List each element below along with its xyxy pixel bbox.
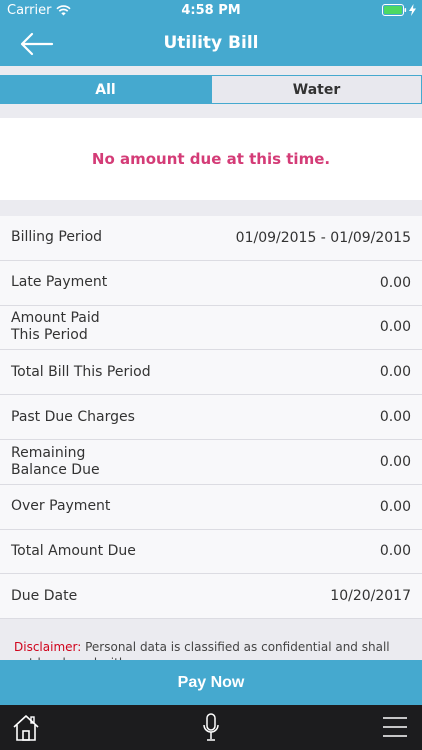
bill-detail-value: 01/09/2015 - 01/09/2015 [235, 229, 411, 246]
notice-message: No amount due at this time. [91, 150, 331, 168]
battery-indicator [382, 4, 416, 16]
amount-due-notice: No amount due at this time. [0, 118, 422, 200]
bill-detail-row: Over Payment 0.00 [0, 485, 422, 530]
hamburger-menu-icon[interactable] [382, 716, 408, 738]
microphone-icon[interactable] [201, 713, 221, 743]
bill-detail-label: Due Date [11, 587, 78, 604]
bill-detail-row: Billing Period 01/09/2015 - 01/09/2015 [0, 216, 422, 261]
bill-detail-value: 0.00 [379, 319, 411, 336]
tab-water[interactable]: Water [211, 75, 422, 104]
bill-detail-value: 0.00 [379, 409, 411, 426]
bill-detail-label: Billing Period [11, 229, 103, 246]
disclaimer-label: Disclaimer: [14, 640, 82, 654]
disclaimer: Disclaimer: Personal data is classified … [0, 639, 422, 661]
bill-detail-label: Amount Paid This Period [11, 310, 100, 344]
bill-detail-label: Remaining Balance Due [11, 444, 100, 478]
pay-now-button[interactable]: Pay Now [0, 660, 422, 705]
bill-detail-label: Over Payment [11, 498, 111, 515]
bill-detail-value: 0.00 [379, 364, 411, 381]
bill-type-tabs: All Water [0, 75, 422, 104]
bill-detail-label: Past Due Charges [11, 408, 135, 425]
bill-detail-value: 0.00 [379, 274, 411, 291]
home-icon[interactable] [12, 714, 40, 741]
page-title: Utility Bill [163, 33, 259, 53]
bill-detail-label: Total Bill This Period [11, 363, 151, 380]
bottom-tab-bar [0, 705, 422, 750]
clock: 4:58 PM [181, 3, 241, 18]
bill-detail-row: Remaining Balance Due 0.00 [0, 440, 422, 485]
bill-detail-label: Total Amount Due [11, 542, 136, 559]
nav-bar: Utility Bill [0, 22, 422, 66]
battery-icon [382, 4, 407, 16]
bill-details-list: Billing Period 01/09/2015 - 01/09/2015 Lat… [0, 216, 422, 620]
bill-detail-row: Past Due Charges 0.00 [0, 395, 422, 440]
bill-detail-value: 0.00 [379, 453, 411, 470]
bill-detail-row: Due Date 10/20/2017 [0, 574, 422, 620]
bill-detail-value: 10/20/2017 [330, 588, 411, 605]
bill-detail-row: Total Amount Due 0.00 [0, 530, 422, 575]
tab-all[interactable]: All [0, 75, 211, 104]
charging-bolt-icon [409, 4, 416, 16]
bill-detail-label: Late Payment [11, 274, 108, 291]
bill-detail-row: Total Bill This Period 0.00 [0, 350, 422, 396]
bill-detail-value: 0.00 [379, 498, 411, 515]
bill-detail-value: 0.00 [379, 543, 411, 560]
bill-detail-row: Late Payment 0.00 [0, 261, 422, 306]
status-bar: Carrier 4:58 PM [0, 0, 422, 22]
bill-detail-row: Amount Paid This Period 0.00 [0, 306, 422, 351]
